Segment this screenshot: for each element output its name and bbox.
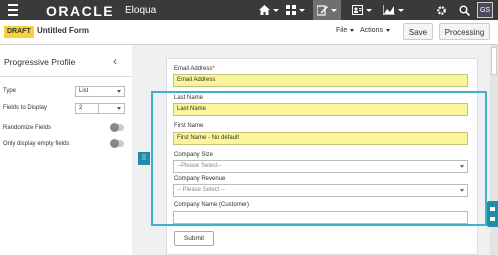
randomize-fields-label: Randomize Fields: [3, 125, 52, 131]
chevron-down-icon: [350, 29, 355, 32]
file-menu-label: File: [336, 27, 348, 34]
panel-title: Progressive Profile: [4, 57, 76, 67]
chevron-down-icon: [117, 107, 121, 110]
actions-menu[interactable]: Actions: [360, 27, 390, 34]
required-marker: *: [212, 66, 215, 72]
chevron-down-icon: [385, 29, 390, 32]
chevron-down-icon: [117, 90, 121, 93]
drag-handle-icon[interactable]: ⠿: [138, 152, 150, 165]
gear-icon[interactable]: [432, 0, 450, 20]
avatar[interactable]: GS: [477, 2, 493, 18]
progressive-profile-group[interactable]: [151, 91, 487, 226]
actions-menu-label: Actions: [360, 27, 383, 34]
copy-icon: [490, 217, 495, 221]
type-select[interactable]: List: [75, 86, 125, 97]
divider: [0, 76, 132, 77]
form-toolbar: DRAFT Untitled Form File Actions Save Pr…: [0, 20, 498, 45]
contacts-icon[interactable]: [350, 0, 374, 20]
email-address-field[interactable]: Email Address: [173, 74, 468, 87]
submit-button[interactable]: Submit: [174, 231, 214, 246]
fields-to-display-value: 2: [79, 105, 83, 111]
grid-icon[interactable]: [284, 0, 306, 20]
type-select-value: List: [79, 88, 89, 94]
status-badge: DRAFT: [4, 26, 34, 38]
product-name: Eloqua: [125, 5, 157, 16]
home-icon[interactable]: [258, 0, 280, 20]
top-nav-bar: ORACLE Eloqua GS: [0, 0, 498, 20]
progressive-profile-panel: Progressive Profile ‹ Type List Fields t…: [0, 45, 133, 255]
menu-icon[interactable]: [8, 4, 18, 16]
oracle-logo: ORACLE: [46, 3, 115, 19]
type-label: Type: [3, 88, 17, 94]
only-empty-fields-toggle[interactable]: [110, 139, 124, 148]
field-label: Email Address*: [174, 66, 215, 72]
chart-icon[interactable]: [380, 0, 406, 20]
edit-icon[interactable]: [313, 0, 341, 20]
form-title: Untitled Form: [37, 26, 89, 35]
chevron-left-icon[interactable]: ‹: [113, 54, 117, 68]
search-icon[interactable]: [455, 0, 473, 20]
file-menu[interactable]: File: [336, 27, 355, 34]
scrollbar-thumb[interactable]: [491, 47, 497, 75]
save-button[interactable]: Save: [403, 23, 433, 40]
fields-to-display-select[interactable]: 2: [75, 103, 125, 114]
side-panel-tab[interactable]: [487, 201, 498, 227]
trash-icon: [490, 207, 495, 211]
only-empty-fields-label: Only display empty fields: [3, 141, 70, 147]
randomize-fields-toggle[interactable]: [110, 123, 124, 132]
processing-button[interactable]: Processing: [439, 23, 490, 40]
fields-to-display-label: Fields to Display: [3, 105, 48, 111]
